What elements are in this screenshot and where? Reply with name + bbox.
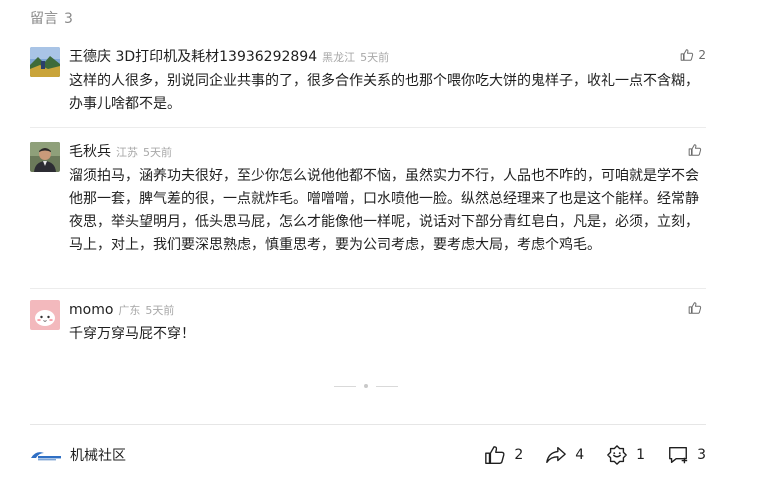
comment-text: 千穿万穿马屁不穿！	[69, 326, 195, 342]
favorite-count: 1	[636, 447, 646, 463]
comment-text: 这样的人很多，别说同企业共事的了，很多合作关系的也那个喂你吃大饼的鬼样子，收礼一…	[69, 73, 699, 112]
comment-like-button[interactable]: 2	[680, 48, 706, 62]
favorite-icon	[607, 445, 628, 465]
cartoon-pink-avatar-icon	[30, 300, 60, 330]
comment-icon	[669, 446, 688, 464]
landscape-avatar-icon	[30, 47, 60, 77]
thumbs-up-icon	[681, 49, 694, 61]
share-button[interactable]: 4	[545, 444, 584, 466]
person-photo-avatar-icon	[30, 142, 60, 172]
comment-time: 5天前	[143, 146, 172, 159]
comment-meta: 王德庆 3D打印机及耗材13936292894 黑龙江 5天前	[69, 47, 389, 65]
pager-line	[376, 385, 398, 387]
comment-time: 5天前	[145, 304, 175, 317]
thumbs-up-icon	[688, 302, 702, 314]
comment-like-button[interactable]	[688, 301, 706, 315]
avatar[interactable]	[30, 142, 60, 172]
comments-panel: 留言 3 王德庆 3D打印机及耗材13936292894 黑龙江 5天前 2 这样的人…	[0, 0, 774, 477]
source-account[interactable]: 机械社区	[30, 445, 126, 465]
comments-count: 3	[64, 11, 73, 27]
avatar[interactable]	[30, 300, 60, 330]
avatar[interactable]	[30, 47, 60, 77]
like-count: 2	[514, 447, 524, 463]
list-end-indicator	[334, 384, 398, 388]
comment-like-button[interactable]	[688, 143, 706, 157]
comment-region: 江苏	[116, 146, 138, 159]
comment-text: 溜须拍马，涵养功夫很好，至少你怎么说他他都不恼，虽然实力不行，人品也不咋的，可咱…	[69, 168, 699, 253]
comment-region: 广东	[118, 304, 141, 317]
favorite-button[interactable]: 1	[606, 444, 645, 466]
comment-author[interactable]: 毛秋兵	[69, 144, 111, 160]
comment-divider	[30, 127, 706, 128]
thumbs-up-icon	[485, 446, 505, 464]
comment-button[interactable]: 3	[667, 444, 706, 466]
comments-header: 留言 3	[30, 8, 73, 28]
pager-line	[334, 385, 356, 387]
share-count: 4	[575, 447, 585, 463]
comment-count: 3	[697, 447, 706, 463]
comment-region: 黑龙江	[322, 51, 356, 64]
article-footer: 机械社区 2 4 1 3	[30, 440, 706, 470]
comment-item: 毛秋兵 江苏 5天前 溜须拍马，涵养功夫很好，至少你怎么说他他都不恼，虽然实力不行，…	[30, 142, 706, 282]
comment-item: momo 广东 5天前 千穿万穿马屁不穿！	[30, 300, 706, 350]
like-button[interactable]: 2	[484, 444, 523, 466]
share-icon	[546, 446, 567, 464]
comment-author[interactable]: 王德庆 3D打印机及耗材13936292894	[69, 49, 317, 65]
comment-meta: momo 广东 5天前	[69, 300, 174, 318]
thumbs-up-icon	[688, 144, 702, 156]
comments-title: 留言	[30, 11, 58, 27]
article-actions: 2 4 1 3	[484, 444, 706, 466]
comment-item: 王德庆 3D打印机及耗材13936292894 黑龙江 5天前 2 这样的人很多，别…	[30, 47, 706, 117]
pager-dot	[364, 384, 368, 388]
comment-meta: 毛秋兵 江苏 5天前	[69, 142, 172, 160]
comment-divider	[30, 288, 706, 289]
footer-divider	[30, 424, 706, 425]
comment-time: 5天前	[360, 51, 390, 64]
brand-logo-icon	[31, 452, 61, 461]
comment-like-count: 2	[698, 48, 706, 62]
source-name: 机械社区	[70, 448, 126, 464]
comment-author[interactable]: momo	[69, 302, 113, 318]
